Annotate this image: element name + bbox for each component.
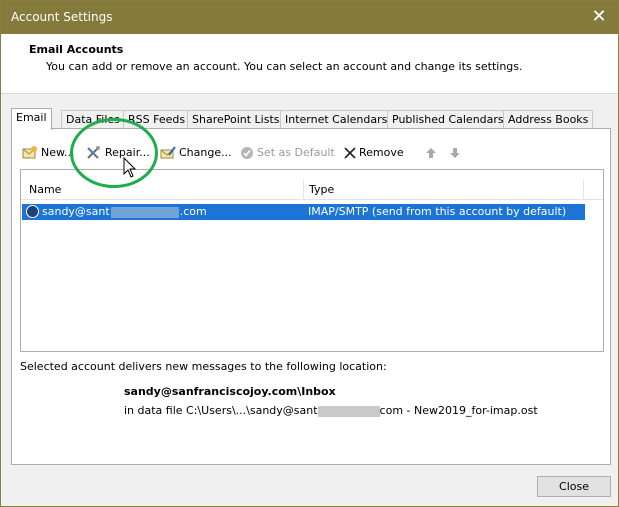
tab-address-books[interactable]: Address Books (503, 110, 594, 129)
mouse-pointer-icon (123, 157, 137, 178)
remove-button[interactable]: Remove (344, 144, 404, 164)
column-type-header[interactable]: Type (309, 183, 334, 196)
set-default-button[interactable]: Set as Default (240, 144, 335, 164)
tab-rss-feeds[interactable]: RSS Feeds (123, 110, 191, 129)
set-default-button-label: Set as Default (257, 146, 335, 159)
tab-data-files[interactable]: Data Files (61, 110, 125, 129)
delivery-inbox: sandy@sanfranciscojoy.com\Inbox (124, 385, 336, 398)
title-bar: Account Settings ✕ (1, 1, 618, 34)
account-settings-window: Account Settings ✕ Email Accounts You ca… (0, 0, 619, 507)
move-up-button[interactable] (426, 144, 439, 164)
arrow-down-icon (450, 148, 460, 158)
default-account-check-icon (26, 205, 39, 218)
header-panel: Email Accounts You can add or remove an … (1, 34, 618, 94)
account-type: IMAP/SMTP (send from this account by def… (308, 205, 567, 218)
remove-button-label: Remove (359, 146, 404, 159)
new-button-label: New... (41, 146, 75, 159)
new-account-icon (22, 146, 37, 159)
new-button[interactable]: New... (22, 144, 74, 164)
close-button[interactable]: Close (537, 476, 611, 497)
change-button[interactable]: Change... (160, 144, 232, 164)
tab-published-calendars[interactable]: Published Calendars (387, 110, 509, 129)
header-description: You can add or remove an account. You ca… (46, 60, 523, 73)
move-down-button[interactable] (450, 144, 463, 164)
change-button-label: Change... (179, 146, 232, 159)
column-name-header[interactable]: Name (29, 183, 61, 196)
check-circle-icon (241, 147, 253, 159)
change-account-icon (160, 146, 176, 159)
tab-strip: Email Data Files RSS Feeds SharePoint Li… (11, 108, 611, 130)
remove-x-icon (344, 147, 356, 159)
tab-internet-calendars[interactable]: Internet Calendars (280, 110, 393, 129)
window-title: Account Settings (11, 10, 113, 24)
list-header: Name Type (21, 180, 603, 200)
tab-sharepoint-lists[interactable]: SharePoint Lists (187, 110, 285, 129)
close-icon[interactable]: ✕ (588, 6, 610, 28)
repair-tools-icon (87, 146, 100, 159)
arrow-up-icon (426, 148, 436, 158)
tab-email[interactable]: Email (11, 108, 52, 130)
redacted-block (317, 405, 380, 417)
column-divider[interactable] (303, 180, 304, 200)
column-divider[interactable] (583, 180, 584, 200)
account-name: sandy@sant .com (42, 205, 207, 218)
account-list[interactable]: Name Type sandy@sant .com IMAP/SMTP (send… (20, 169, 604, 352)
redacted-block (110, 206, 179, 218)
table-row[interactable]: sandy@sant .com IMAP/SMTP (send from this… (22, 204, 585, 220)
delivery-label: Selected account delivers new messages t… (20, 360, 387, 373)
repair-button[interactable]: Repair... (86, 144, 150, 164)
email-tab-panel: New... Repair... Change... Set as Defaul… (11, 128, 611, 465)
delivery-data-file: in data file C:\Users\...\sandy@sant com … (124, 404, 538, 417)
toolbar: New... Repair... Change... Set as Defaul… (22, 144, 582, 164)
header-title: Email Accounts (29, 43, 124, 56)
